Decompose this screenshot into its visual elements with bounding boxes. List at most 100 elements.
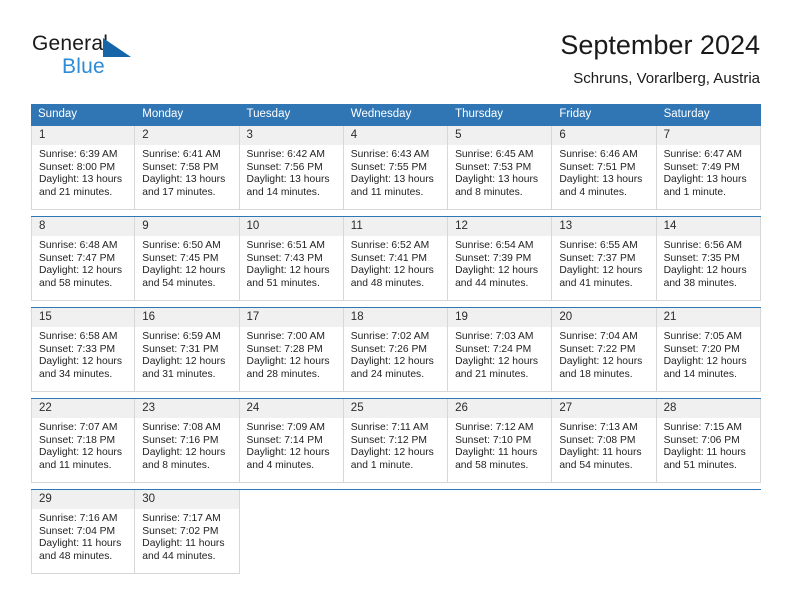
day-info: Sunrise: 6:52 AM Sunset: 7:41 PM Dayligh… bbox=[344, 236, 447, 290]
day-cell[interactable]: 1 Sunrise: 6:39 AM Sunset: 8:00 PM Dayli… bbox=[31, 126, 136, 210]
day-info: Sunrise: 6:48 AM Sunset: 7:47 PM Dayligh… bbox=[32, 236, 134, 290]
daylight-text-line2: and 28 minutes. bbox=[246, 368, 320, 380]
sunrise-text: Sunrise: 6:58 AM bbox=[39, 331, 118, 342]
sunrise-text: Sunrise: 6:51 AM bbox=[246, 240, 325, 251]
daylight-text-line2: and 44 minutes. bbox=[142, 550, 216, 562]
daylight-text-line2: and 18 minutes. bbox=[559, 368, 633, 380]
day-number: 5 bbox=[448, 126, 552, 145]
sunrise-text: Sunrise: 6:50 AM bbox=[142, 240, 221, 251]
sunrise-text: Sunrise: 6:46 AM bbox=[559, 149, 638, 160]
day-number: 15 bbox=[32, 308, 135, 327]
sunrise-text: Sunrise: 7:13 AM bbox=[559, 422, 638, 433]
week-row: 8 Sunrise: 6:48 AM Sunset: 7:47 PM Dayli… bbox=[31, 216, 761, 301]
day-cell[interactable]: 10 Sunrise: 6:51 AM Sunset: 7:43 PM Dayl… bbox=[239, 217, 344, 301]
day-cell[interactable]: 5 Sunrise: 6:45 AM Sunset: 7:53 PM Dayli… bbox=[448, 126, 553, 210]
day-cell[interactable]: 25 Sunrise: 7:11 AM Sunset: 7:12 PM Dayl… bbox=[343, 399, 449, 483]
day-cell[interactable]: 7 Sunrise: 6:47 AM Sunset: 7:49 PM Dayli… bbox=[656, 126, 761, 210]
day-number: 12 bbox=[448, 217, 552, 236]
day-cell[interactable]: 17 Sunrise: 7:00 AM Sunset: 7:28 PM Dayl… bbox=[239, 308, 344, 392]
day-number: 14 bbox=[656, 217, 760, 236]
sunrise-text: Sunrise: 6:48 AM bbox=[39, 240, 118, 251]
day-cell-empty bbox=[448, 490, 553, 574]
sunrise-text: Sunrise: 7:04 AM bbox=[559, 331, 638, 342]
daylight-text-line1: Daylight: 12 hours bbox=[39, 447, 122, 459]
day-number: 29 bbox=[32, 490, 135, 509]
sunset-text: Sunset: 7:26 PM bbox=[350, 343, 427, 355]
day-cell[interactable]: 27 Sunrise: 7:13 AM Sunset: 7:08 PM Dayl… bbox=[552, 399, 657, 483]
day-info: Sunrise: 7:03 AM Sunset: 7:24 PM Dayligh… bbox=[448, 327, 551, 381]
day-cell[interactable]: 14 Sunrise: 6:56 AM Sunset: 7:35 PM Dayl… bbox=[656, 217, 761, 301]
daylight-text-line1: Daylight: 12 hours bbox=[559, 356, 643, 368]
day-info: Sunrise: 6:58 AM Sunset: 7:33 PM Dayligh… bbox=[32, 327, 134, 381]
daylight-text-line1: Daylight: 13 hours bbox=[663, 174, 747, 186]
week-row: 1 Sunrise: 6:39 AM Sunset: 8:00 PM Dayli… bbox=[31, 125, 761, 210]
sunrise-text: Sunrise: 7:07 AM bbox=[39, 422, 118, 433]
day-info: Sunrise: 7:16 AM Sunset: 7:04 PM Dayligh… bbox=[32, 509, 134, 563]
day-number: 11 bbox=[343, 217, 448, 236]
day-cell[interactable]: 9 Sunrise: 6:50 AM Sunset: 7:45 PM Dayli… bbox=[135, 217, 240, 301]
sunset-text: Sunset: 7:06 PM bbox=[663, 434, 740, 446]
daylight-text-line1: Daylight: 13 hours bbox=[559, 174, 643, 186]
daylight-text-line1: Daylight: 12 hours bbox=[246, 447, 330, 459]
sunrise-text: Sunrise: 7:08 AM bbox=[142, 422, 221, 433]
day-cell[interactable]: 19 Sunrise: 7:03 AM Sunset: 7:24 PM Dayl… bbox=[448, 308, 553, 392]
sunrise-text: Sunrise: 6:55 AM bbox=[559, 240, 638, 251]
daylight-text-line1: Daylight: 12 hours bbox=[142, 265, 226, 277]
day-info: Sunrise: 6:50 AM Sunset: 7:45 PM Dayligh… bbox=[135, 236, 238, 290]
sunrise-text: Sunrise: 6:39 AM bbox=[39, 149, 118, 160]
day-cell[interactable]: 29 Sunrise: 7:16 AM Sunset: 7:04 PM Dayl… bbox=[31, 490, 136, 574]
sunrise-text: Sunrise: 6:41 AM bbox=[142, 149, 221, 160]
day-cell[interactable]: 22 Sunrise: 7:07 AM Sunset: 7:18 PM Dayl… bbox=[31, 399, 136, 483]
day-cell[interactable]: 28 Sunrise: 7:15 AM Sunset: 7:06 PM Dayl… bbox=[656, 399, 761, 483]
daylight-text-line1: Daylight: 13 hours bbox=[39, 174, 122, 186]
day-cell[interactable]: 11 Sunrise: 6:52 AM Sunset: 7:41 PM Dayl… bbox=[343, 217, 449, 301]
daylight-text-line2: and 24 minutes. bbox=[350, 368, 425, 380]
weekday-header-wednesday: Wednesday bbox=[350, 108, 412, 120]
day-info: Sunrise: 7:17 AM Sunset: 7:02 PM Dayligh… bbox=[135, 509, 238, 563]
weekday-header-tuesday: Tuesday bbox=[246, 108, 291, 120]
daylight-text-line1: Daylight: 12 hours bbox=[246, 265, 330, 277]
day-number: 13 bbox=[552, 217, 656, 236]
day-number: 3 bbox=[239, 126, 343, 145]
weekday-header-row: Sunday Monday Tuesday Wednesday Thursday… bbox=[31, 104, 761, 125]
day-info: Sunrise: 7:09 AM Sunset: 7:14 PM Dayligh… bbox=[240, 418, 343, 472]
day-info: Sunrise: 6:51 AM Sunset: 7:43 PM Dayligh… bbox=[240, 236, 343, 290]
day-cell[interactable]: 23 Sunrise: 7:08 AM Sunset: 7:16 PM Dayl… bbox=[135, 399, 240, 483]
general-blue-logo[interactable]: General Blue bbox=[32, 32, 192, 88]
day-cell[interactable]: 16 Sunrise: 6:59 AM Sunset: 7:31 PM Dayl… bbox=[135, 308, 240, 392]
day-info: Sunrise: 6:39 AM Sunset: 8:00 PM Dayligh… bbox=[32, 145, 134, 199]
daylight-text-line1: Daylight: 13 hours bbox=[455, 174, 539, 186]
day-cell[interactable]: 13 Sunrise: 6:55 AM Sunset: 7:37 PM Dayl… bbox=[552, 217, 657, 301]
day-cell[interactable]: 20 Sunrise: 7:04 AM Sunset: 7:22 PM Dayl… bbox=[552, 308, 657, 392]
sunset-text: Sunset: 7:56 PM bbox=[246, 161, 323, 173]
daylight-text-line2: and 58 minutes. bbox=[455, 459, 529, 471]
sunrise-text: Sunrise: 7:09 AM bbox=[246, 422, 325, 433]
sunset-text: Sunset: 7:55 PM bbox=[350, 161, 427, 173]
day-cell[interactable]: 24 Sunrise: 7:09 AM Sunset: 7:14 PM Dayl… bbox=[239, 399, 344, 483]
sunset-text: Sunset: 7:43 PM bbox=[246, 252, 323, 264]
day-cell[interactable]: 30 Sunrise: 7:17 AM Sunset: 7:02 PM Dayl… bbox=[135, 490, 240, 574]
sunset-text: Sunset: 8:00 PM bbox=[39, 161, 116, 173]
sunset-text: Sunset: 7:18 PM bbox=[39, 434, 116, 446]
day-cell[interactable]: 8 Sunrise: 6:48 AM Sunset: 7:47 PM Dayli… bbox=[31, 217, 136, 301]
day-cell[interactable]: 26 Sunrise: 7:12 AM Sunset: 7:10 PM Dayl… bbox=[448, 399, 553, 483]
daylight-text-line1: Daylight: 12 hours bbox=[350, 265, 434, 277]
daylight-text-line2: and 58 minutes. bbox=[39, 277, 113, 289]
sunrise-text: Sunrise: 6:42 AM bbox=[246, 149, 325, 160]
daylight-text-line1: Daylight: 11 hours bbox=[455, 447, 538, 459]
day-number: 18 bbox=[343, 308, 448, 327]
day-cell[interactable]: 15 Sunrise: 6:58 AM Sunset: 7:33 PM Dayl… bbox=[31, 308, 136, 392]
daylight-text-line2: and 11 minutes. bbox=[39, 459, 112, 471]
daylight-text-line1: Daylight: 12 hours bbox=[39, 356, 122, 368]
daylight-text-line2: and 51 minutes. bbox=[663, 459, 737, 471]
day-cell[interactable]: 4 Sunrise: 6:43 AM Sunset: 7:55 PM Dayli… bbox=[343, 126, 449, 210]
sunrise-text: Sunrise: 7:02 AM bbox=[350, 331, 430, 342]
day-cell[interactable]: 18 Sunrise: 7:02 AM Sunset: 7:26 PM Dayl… bbox=[343, 308, 449, 392]
day-cell[interactable]: 2 Sunrise: 6:41 AM Sunset: 7:58 PM Dayli… bbox=[135, 126, 240, 210]
day-cell-empty bbox=[656, 490, 761, 574]
day-info: Sunrise: 7:04 AM Sunset: 7:22 PM Dayligh… bbox=[552, 327, 655, 381]
day-cell[interactable]: 21 Sunrise: 7:05 AM Sunset: 7:20 PM Dayl… bbox=[656, 308, 761, 392]
day-cell[interactable]: 3 Sunrise: 6:42 AM Sunset: 7:56 PM Dayli… bbox=[239, 126, 344, 210]
day-cell[interactable]: 6 Sunrise: 6:46 AM Sunset: 7:51 PM Dayli… bbox=[552, 126, 657, 210]
day-cell[interactable]: 12 Sunrise: 6:54 AM Sunset: 7:39 PM Dayl… bbox=[448, 217, 553, 301]
